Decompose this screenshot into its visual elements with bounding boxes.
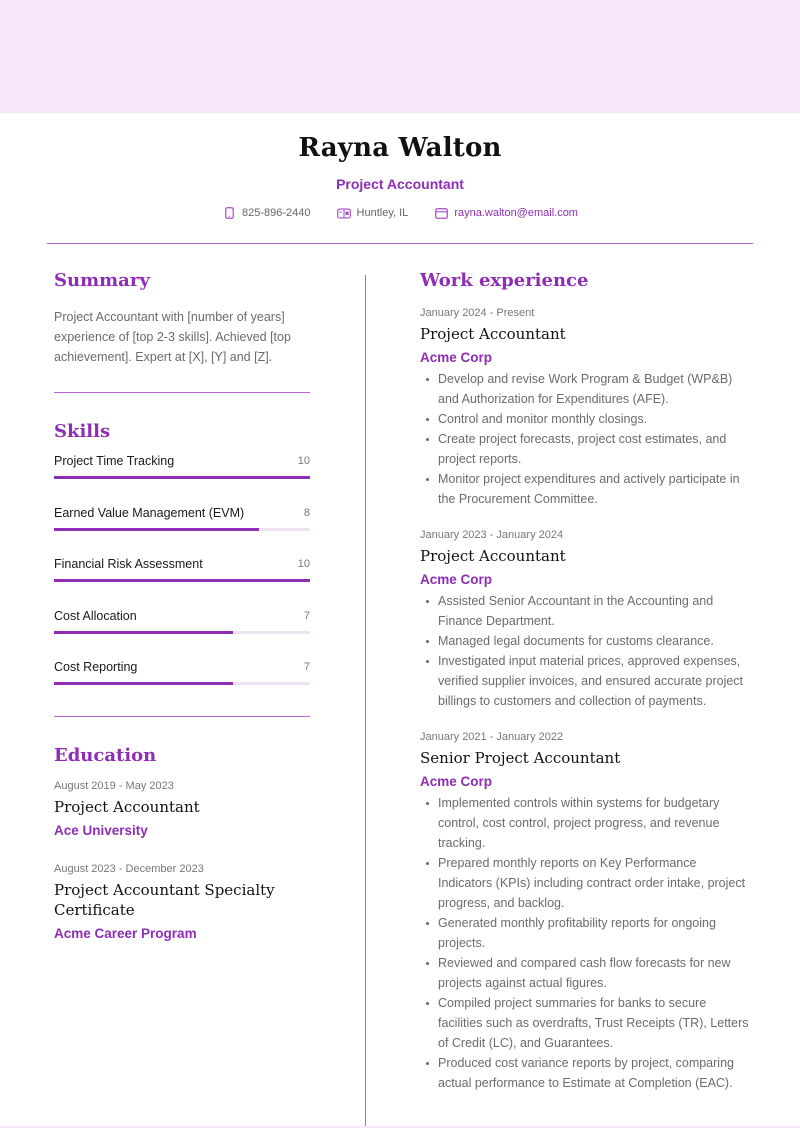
education-institution: Ace University <box>54 822 148 838</box>
work-bullet: Create project forecasts, project cost e… <box>420 429 750 469</box>
left-column: Summary Project Accountant with [number … <box>54 270 310 941</box>
summary-title: Summary <box>54 270 150 291</box>
skill-name: Financial Risk Assessment <box>54 557 203 571</box>
work-bullets: Assisted Senior Accountant in the Accoun… <box>420 591 750 711</box>
work-bullet: Monitor project expenditures and activel… <box>420 469 750 509</box>
work-bullets: Implemented controls within systems for … <box>420 793 750 1093</box>
work-title: Project Accountant <box>420 325 566 343</box>
skill-bar <box>54 527 310 531</box>
phone-number: 825-896-2440 <box>242 207 311 219</box>
skill-level: 7 <box>303 661 310 673</box>
work-bullet: Develop and revise Work Program & Budget… <box>420 369 750 409</box>
work-bullet: Prepared monthly reports on Key Performa… <box>420 853 750 913</box>
contact-location: Huntley, IL <box>336 207 409 219</box>
skill-bar <box>54 579 310 582</box>
skill-bar-fill <box>54 630 234 634</box>
work-title: Senior Project Accountant <box>420 749 621 767</box>
work-bullet: Implemented controls within systems for … <box>420 793 750 853</box>
work-bullets: Develop and revise Work Program & Budget… <box>420 369 750 509</box>
contact-email[interactable]: rayna.walton@email.com <box>434 207 578 219</box>
work-item: January 2024 - Present Project Accountan… <box>420 307 750 509</box>
work-bullet: Generated monthly profitability reports … <box>420 913 750 953</box>
work-date: January 2023 - January 2024 <box>420 529 564 541</box>
skill-item: Cost Allocation 7 <box>54 609 310 661</box>
email-icon <box>434 207 448 219</box>
work-item: January 2021 - January 2022 Senior Proje… <box>420 731 750 1093</box>
contact-phone: 825-896-2440 <box>222 207 311 219</box>
work-bullet: Investigated input material prices, appr… <box>420 651 750 711</box>
skills-title: Skills <box>54 421 111 442</box>
email-link[interactable]: rayna.walton@email.com <box>454 207 578 219</box>
work-company: Acme Corp <box>420 774 493 789</box>
summary-text: Project Accountant with [number of years… <box>54 310 291 364</box>
skill-name: Earned Value Management (EVM) <box>54 505 245 520</box>
skill-item: Financial Risk Assessment 10 <box>54 557 310 609</box>
skill-name: Cost Reporting <box>54 660 138 674</box>
phone-icon <box>222 207 236 219</box>
skills-list: Project Time Tracking 10 Earned Value Ma… <box>54 454 310 712</box>
contact-info: 825-896-2440 Huntley, IL rayna.walton@em… <box>0 207 800 219</box>
skill-bar <box>54 682 310 685</box>
header-divider <box>47 243 753 244</box>
location-card-icon <box>336 207 351 219</box>
work-bullet: Produced cost variance reports by projec… <box>420 1053 750 1093</box>
work-company: Acme Corp <box>420 350 493 365</box>
education-title: Project Accountant Specialty Certificate <box>54 880 275 919</box>
candidate-role: Project Accountant <box>336 176 464 192</box>
column-divider <box>365 275 366 1128</box>
right-column: Work experience January 2024 - Present P… <box>420 270 750 1093</box>
skill-item: Project Time Tracking 10 <box>54 454 310 506</box>
skill-name: Cost Allocation <box>54 608 137 623</box>
work-date: January 2024 - Present <box>420 307 535 319</box>
education-title: Project Accountant <box>54 797 200 816</box>
work-date: January 2021 - January 2022 <box>420 731 564 743</box>
education-section: Education August 2019 - May 2023 Project… <box>54 745 310 941</box>
skill-bar-fill <box>54 682 234 685</box>
skill-level: 10 <box>297 558 310 570</box>
work-bullet: Reviewed and compared cash flow forecast… <box>420 953 750 993</box>
work-bullet: Managed legal documents for customs clea… <box>420 631 750 651</box>
section-divider <box>54 392 310 393</box>
work-bullet: Assisted Senior Accountant in the Accoun… <box>420 591 750 631</box>
work-item: January 2023 - January 2024 Project Acco… <box>420 529 750 711</box>
skill-level: 7 <box>303 609 310 622</box>
skill-bar <box>54 630 310 634</box>
skill-bar-fill <box>54 476 310 479</box>
education-date: August 2019 - May 2023 <box>54 779 174 792</box>
work-title: Project Accountant <box>420 547 566 565</box>
skill-name: Project Time Tracking <box>54 454 175 468</box>
work-bullet: Compiled project summaries for banks to … <box>420 993 750 1053</box>
work-company: Acme Corp <box>420 572 493 587</box>
skill-bar-fill <box>54 527 259 531</box>
education-institution: Acme Career Program <box>54 925 197 941</box>
location-text: Huntley, IL <box>356 207 409 219</box>
skill-item: Cost Reporting 7 <box>54 660 310 712</box>
skills-section: Skills Project Time Tracking 10 Earned V… <box>54 421 310 712</box>
education-title: Education <box>54 744 157 766</box>
work-bullet: Control and monitor monthly closings. <box>420 409 750 429</box>
skill-level: 10 <box>297 455 310 467</box>
summary-section: Summary Project Accountant with [number … <box>54 270 310 367</box>
section-divider <box>54 715 310 717</box>
education-item: August 2019 - May 2023 Project Accountan… <box>54 780 310 838</box>
skill-bar-fill <box>54 579 310 582</box>
education-date: August 2023 - December 2023 <box>54 862 204 875</box>
education-item: August 2023 - December 2023 Project Acco… <box>54 863 310 941</box>
header-band <box>0 0 800 113</box>
skill-item: Earned Value Management (EVM) 8 <box>54 506 310 558</box>
skill-bar <box>54 476 310 479</box>
work-experience-title: Work experience <box>420 270 589 291</box>
candidate-name: Rayna Walton <box>298 133 502 163</box>
skill-level: 8 <box>303 506 310 519</box>
